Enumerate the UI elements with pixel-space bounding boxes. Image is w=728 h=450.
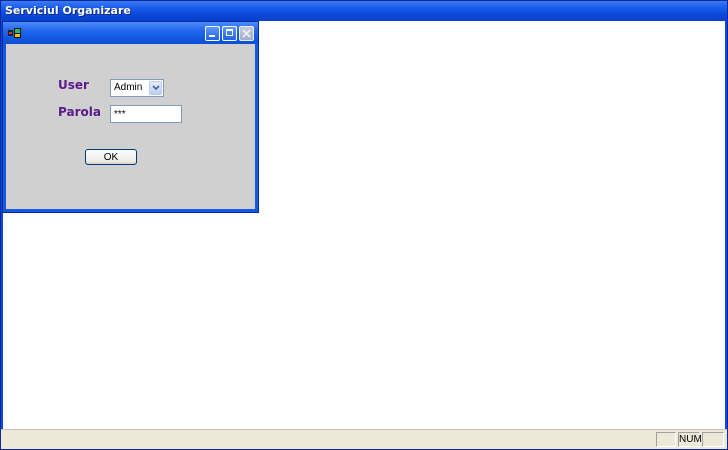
- status-pane-num: NUM: [678, 432, 702, 447]
- user-label: User: [58, 78, 89, 92]
- close-icon[interactable]: [239, 26, 254, 41]
- password-input[interactable]: [110, 105, 182, 123]
- main-titlebar[interactable]: Serviciul Organizare: [1, 1, 727, 21]
- status-bar: NUM: [1, 429, 727, 449]
- app-icon: [8, 28, 21, 38]
- status-pane-main: [3, 432, 651, 447]
- chevron-down-icon[interactable]: [149, 81, 162, 95]
- login-dialog-titlebar[interactable]: [3, 22, 258, 44]
- user-select[interactable]: Admin: [110, 79, 164, 97]
- login-dialog-body: User Admin Parola OK: [6, 44, 255, 209]
- ok-button[interactable]: OK: [85, 149, 137, 165]
- password-label: Parola: [58, 105, 101, 119]
- minimize-icon[interactable]: [205, 26, 220, 41]
- user-select-value: Admin: [114, 82, 143, 93]
- status-pane-caps: [656, 432, 676, 447]
- status-pane-scroll: [702, 432, 724, 447]
- maximize-icon[interactable]: [222, 26, 237, 41]
- login-dialog: User Admin Parola OK: [3, 22, 258, 212]
- app-title: Serviciul Organizare: [5, 4, 131, 17]
